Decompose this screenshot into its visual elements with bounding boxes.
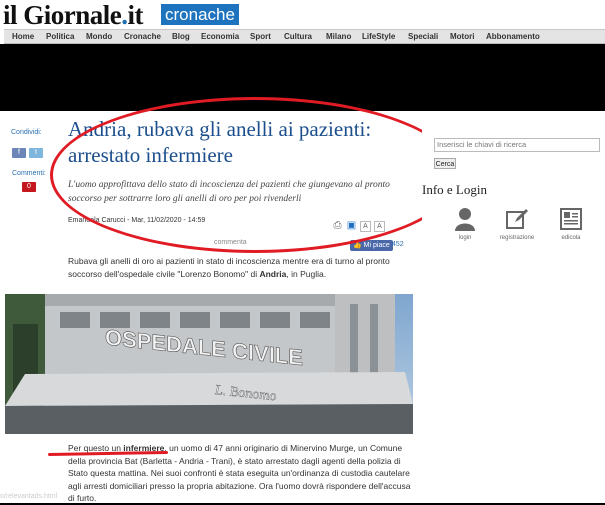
nav-item-cultura[interactable]: Cultura xyxy=(284,30,312,43)
edit-icon xyxy=(506,209,528,229)
nav-item-motori[interactable]: Motori xyxy=(450,30,474,43)
nav-item-speciali[interactable]: Speciali xyxy=(408,30,438,43)
nav-item-economia[interactable]: Economia xyxy=(201,30,239,43)
nav-item-mondo[interactable]: Mondo xyxy=(86,30,112,43)
twitter-share-icon[interactable]: t xyxy=(29,148,43,158)
nav-item-sport[interactable]: Sport xyxy=(250,30,271,43)
section-tag[interactable]: cronache xyxy=(161,4,239,25)
facebook-share-icon[interactable]: f xyxy=(12,148,26,158)
comments-label: Commenti: xyxy=(12,170,46,177)
registrazione-link[interactable]: registrazione xyxy=(492,207,542,241)
status-bar-url: o/relevantads.html xyxy=(0,493,58,500)
search-button[interactable]: Cerca xyxy=(434,158,456,169)
registrazione-label: registrazione xyxy=(499,235,535,241)
nav-item-lifestyle[interactable]: LifeStyle xyxy=(362,30,395,43)
like-label: Mi piace xyxy=(363,242,390,249)
main-nav: Home Politica Mondo Cronache Blog Econom… xyxy=(4,29,605,44)
person-icon xyxy=(455,208,475,231)
comments-count-badge[interactable]: 0 xyxy=(22,182,36,192)
nav-item-milano[interactable]: Milano xyxy=(326,30,351,43)
annotation-oval xyxy=(50,97,460,253)
nav-item-home[interactable]: Home xyxy=(12,30,34,43)
nav-item-abbonamento[interactable]: Abbonamento xyxy=(486,30,540,43)
search-input[interactable]: Inserisci le chiavi di ricerca xyxy=(434,138,600,152)
nav-item-politica[interactable]: Politica xyxy=(46,30,74,43)
like-count: 452 xyxy=(392,241,404,248)
site-header: il Giornale.it cronache Home Politica Mo… xyxy=(0,0,605,44)
article-photo: OSPEDALE CIVILE L. Bonomo xyxy=(5,294,413,434)
nav-item-cronache[interactable]: Cronache xyxy=(124,30,161,43)
nav-item-blog[interactable]: Blog xyxy=(172,30,190,43)
edicola-link[interactable]: edicola xyxy=(546,207,596,241)
site-logo[interactable]: il Giornale.it xyxy=(3,0,143,30)
login-link[interactable]: login xyxy=(440,207,490,241)
share-label: Condividi: xyxy=(11,129,42,136)
article-lead: Rubava gli anelli di oro ai pazienti in … xyxy=(68,256,390,279)
edicola-label: edicola xyxy=(561,235,581,241)
hospital-building-image: OSPEDALE CIVILE L. Bonomo xyxy=(5,294,413,434)
login-label: login xyxy=(458,235,472,241)
newspaper-icon xyxy=(560,208,582,230)
info-login-title: Info e Login xyxy=(422,182,487,197)
share-buttons: ft xyxy=(12,141,46,159)
